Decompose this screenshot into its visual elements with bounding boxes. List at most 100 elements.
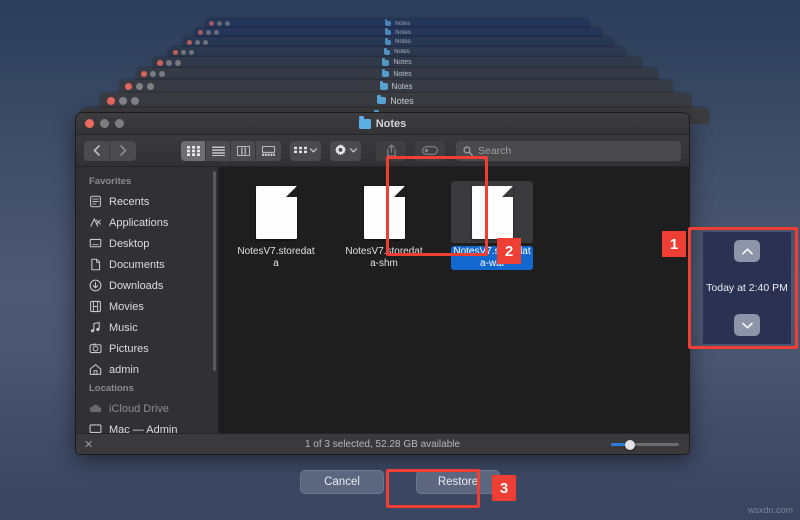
restore-button[interactable]: Restore bbox=[416, 470, 500, 494]
stacked-window-title-text: Notes bbox=[393, 70, 412, 78]
sidebar-item-label: Applications bbox=[109, 216, 169, 229]
sidebar-item-admin[interactable]: admin bbox=[76, 359, 218, 380]
icon-size-slider[interactable] bbox=[611, 439, 679, 450]
stacked-window-7[interactable]: Notes bbox=[119, 80, 673, 93]
sidebar-item-desktop[interactable]: Desktop bbox=[76, 233, 218, 254]
music-icon bbox=[89, 321, 102, 334]
sidebar-item-label: Movies bbox=[109, 300, 144, 313]
timemachine-up-button[interactable] bbox=[734, 240, 760, 262]
display-icon bbox=[89, 423, 102, 433]
sidebar-item-label: Downloads bbox=[109, 279, 164, 292]
stacked-window-1[interactable]: Notes bbox=[205, 19, 590, 28]
stacked-window-5[interactable]: Notes bbox=[152, 57, 642, 68]
column-view-button[interactable] bbox=[231, 140, 256, 161]
finder-body: Favorites Recents Applications Desktop Docum… bbox=[76, 167, 689, 433]
stacked-window-3[interactable]: Notes bbox=[182, 37, 614, 47]
back-button[interactable] bbox=[84, 140, 110, 161]
stacked-window-title: Notes bbox=[205, 19, 590, 28]
group-by-button[interactable] bbox=[290, 140, 321, 161]
pictures-icon bbox=[89, 342, 102, 355]
cancel-button[interactable]: Cancel bbox=[300, 470, 384, 494]
stacked-window-title-text: Notes bbox=[394, 20, 411, 27]
timemachine-down-button[interactable] bbox=[734, 314, 760, 336]
sidebar-item-downloads[interactable]: Downloads bbox=[76, 275, 218, 296]
sidebar-item-movies[interactable]: Movies bbox=[76, 296, 218, 317]
sidebar-item-label: Desktop bbox=[109, 237, 150, 250]
stacked-window-title: Notes bbox=[194, 28, 602, 37]
sidebar-item-icloud-drive[interactable]: iCloud Drive bbox=[76, 398, 218, 419]
stacked-window-2[interactable]: Notes bbox=[194, 28, 602, 37]
cloud-icon bbox=[89, 402, 102, 415]
sidebar-item-label: Music bbox=[109, 321, 138, 334]
stacked-window-title-text: Notes bbox=[391, 82, 413, 91]
search-field[interactable]: Search bbox=[456, 140, 681, 161]
desktop-icon bbox=[89, 237, 102, 250]
file-label: NotesV7.storedata-shm bbox=[345, 246, 423, 269]
sidebar-item-label: admin bbox=[109, 363, 139, 376]
close-button[interactable] bbox=[85, 119, 94, 128]
folder-icon bbox=[384, 19, 391, 26]
search-input[interactable]: Search bbox=[478, 145, 511, 157]
sidebar-item-documents[interactable]: Documents bbox=[76, 254, 218, 275]
sidebar-item-label: Pictures bbox=[109, 342, 149, 355]
folder-icon bbox=[385, 37, 392, 45]
sidebar-item-label: Mac — Admin bbox=[109, 423, 178, 434]
stacked-window-title: Notes bbox=[100, 93, 691, 108]
clock-recents-icon bbox=[89, 195, 102, 208]
stacked-window-8[interactable]: Notes bbox=[100, 93, 691, 108]
sidebar-item-mac-admin[interactable]: Mac — Admin bbox=[76, 419, 218, 433]
gear-icon bbox=[334, 144, 347, 156]
folder-icon bbox=[379, 81, 388, 90]
screenshot-root: Notes Notes Notes Notes Notes Notes Notes Notes… bbox=[0, 0, 800, 520]
traffic-lights[interactable] bbox=[85, 119, 124, 128]
share-button[interactable] bbox=[376, 140, 406, 161]
minimize-button[interactable] bbox=[100, 119, 109, 128]
sidebar-item-pictures[interactable]: Pictures bbox=[76, 338, 218, 359]
sidebar-scrollbar[interactable] bbox=[213, 171, 216, 371]
document-icon bbox=[363, 185, 405, 239]
stacked-window-6[interactable]: Notes bbox=[136, 68, 658, 80]
forward-button[interactable] bbox=[110, 140, 136, 161]
grid-icon bbox=[294, 146, 307, 153]
finder-window: Notes Search Favorites Recents Applicati… bbox=[75, 112, 690, 455]
navigation-buttons[interactable] bbox=[84, 140, 136, 161]
sidebar-item-applications[interactable]: Applications bbox=[76, 212, 218, 233]
file-icon-wrapper bbox=[343, 181, 425, 243]
movies-icon bbox=[89, 300, 102, 313]
sidebar-item-recents[interactable]: Recents bbox=[76, 191, 218, 212]
stacked-window-4[interactable]: Notes bbox=[168, 47, 626, 57]
action-button-bar: Cancel Restore bbox=[0, 470, 800, 494]
sidebar-item-label: Recents bbox=[109, 195, 150, 208]
finder-sidebar[interactable]: Favorites Recents Applications Desktop Docum… bbox=[76, 167, 219, 433]
window-title-text: Notes bbox=[375, 117, 407, 130]
file-item[interactable]: NotesV7.storedata-shm bbox=[343, 181, 425, 270]
sidebar-item-music[interactable]: Music bbox=[76, 317, 218, 338]
share-icon bbox=[386, 144, 396, 157]
folder-icon bbox=[382, 57, 390, 66]
home-icon bbox=[89, 363, 102, 376]
chevron-down-icon bbox=[310, 148, 317, 153]
icon-view-button[interactable] bbox=[181, 140, 206, 161]
window-title: Notes bbox=[76, 116, 689, 130]
stacked-window-title-text: Notes bbox=[395, 39, 411, 45]
downloads-icon bbox=[89, 279, 102, 292]
list-view-button[interactable] bbox=[206, 140, 231, 161]
chevron-down-icon bbox=[350, 148, 357, 153]
view-mode-segmented-control[interactable] bbox=[181, 140, 281, 161]
watermark: wsxdn.com bbox=[747, 505, 793, 515]
file-item[interactable]: NotesV7.storedata bbox=[235, 181, 317, 270]
zoom-button[interactable] bbox=[115, 119, 124, 128]
gallery-view-button[interactable] bbox=[256, 140, 281, 161]
stacked-window-title: Notes bbox=[119, 80, 673, 93]
sidebar-item-label: Documents bbox=[109, 258, 165, 271]
folder-icon bbox=[384, 47, 391, 55]
annotation-number-3: 3 bbox=[492, 475, 516, 501]
search-icon bbox=[463, 145, 473, 156]
timemachine-date-label: Today at 2:40 PM bbox=[706, 282, 788, 294]
file-content-area[interactable]: NotesV7.storedata NotesV7.storedata-shm No… bbox=[219, 167, 689, 433]
tag-button[interactable] bbox=[415, 140, 445, 161]
slider-knob[interactable] bbox=[625, 439, 635, 450]
document-icon bbox=[471, 185, 513, 239]
action-menu-button[interactable] bbox=[330, 140, 361, 161]
annotation-number-2: 2 bbox=[497, 238, 521, 264]
